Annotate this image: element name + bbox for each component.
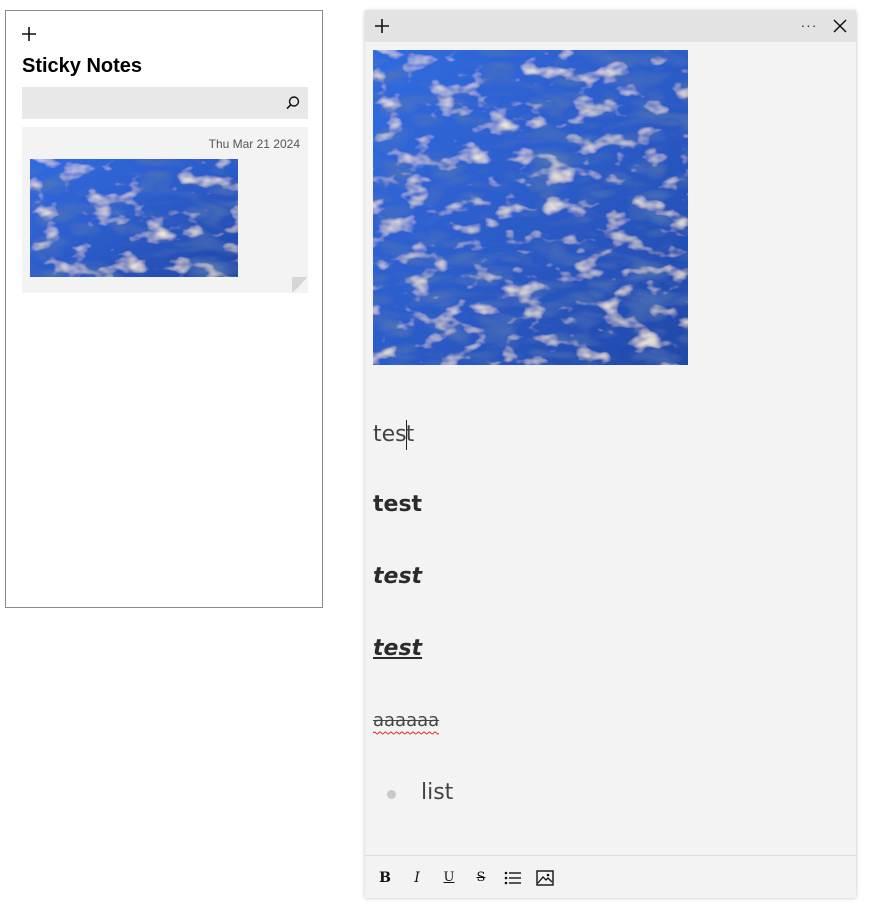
editor-title-bar[interactable]: ··· xyxy=(365,10,856,42)
new-note-button[interactable] xyxy=(373,17,391,35)
note-thumbnail-image xyxy=(30,159,238,277)
app-title: Sticky Notes xyxy=(22,55,143,77)
bulleted-list-button[interactable] xyxy=(503,868,523,888)
formatting-toolbar: B I U S xyxy=(365,855,856,898)
text-line-bold-italic-underline[interactable]: test xyxy=(373,636,422,661)
new-note-button[interactable] xyxy=(20,25,40,45)
close-icon xyxy=(833,19,847,33)
strikethrough-button[interactable]: S xyxy=(471,868,491,888)
note-image[interactable] xyxy=(373,50,688,365)
insert-image-button[interactable] xyxy=(535,868,555,888)
search-box xyxy=(22,87,308,119)
note-editor-window: ··· test test test test aaaaaa list B I … xyxy=(365,10,856,898)
note-corner-fold xyxy=(292,277,308,293)
spellcheck-underline xyxy=(373,731,440,735)
strikethrough-text: aaaaaa xyxy=(373,710,440,731)
image-icon xyxy=(536,870,554,886)
italic-button[interactable]: I xyxy=(407,868,427,888)
search-button[interactable] xyxy=(284,94,302,112)
search-icon xyxy=(286,96,300,110)
text-line-bold[interactable]: test xyxy=(373,492,422,517)
bold-button[interactable]: B xyxy=(375,868,395,888)
text-line-bold-italic[interactable]: test xyxy=(373,564,422,589)
close-button[interactable] xyxy=(831,17,849,35)
note-date: Thu Mar 21 2024 xyxy=(208,137,300,151)
note-card[interactable]: Thu Mar 21 2024 xyxy=(22,127,308,293)
underline-button[interactable]: U xyxy=(439,868,459,888)
notes-list-panel: Sticky Notes Thu Mar 21 2024 xyxy=(5,10,323,608)
plus-icon xyxy=(375,19,389,33)
text-plain: test xyxy=(373,420,414,450)
search-input[interactable] xyxy=(22,87,272,119)
text-line-strikethrough[interactable]: aaaaaa xyxy=(373,710,440,735)
text-line-plain[interactable]: test xyxy=(373,420,414,450)
more-icon: ··· xyxy=(800,17,818,33)
text-caret xyxy=(405,420,407,450)
list-item[interactable]: list xyxy=(421,780,453,805)
plus-icon xyxy=(22,27,36,41)
list-bullet xyxy=(387,790,396,799)
more-options-button[interactable]: ··· xyxy=(799,16,819,36)
bulleted-list-icon xyxy=(504,871,521,885)
